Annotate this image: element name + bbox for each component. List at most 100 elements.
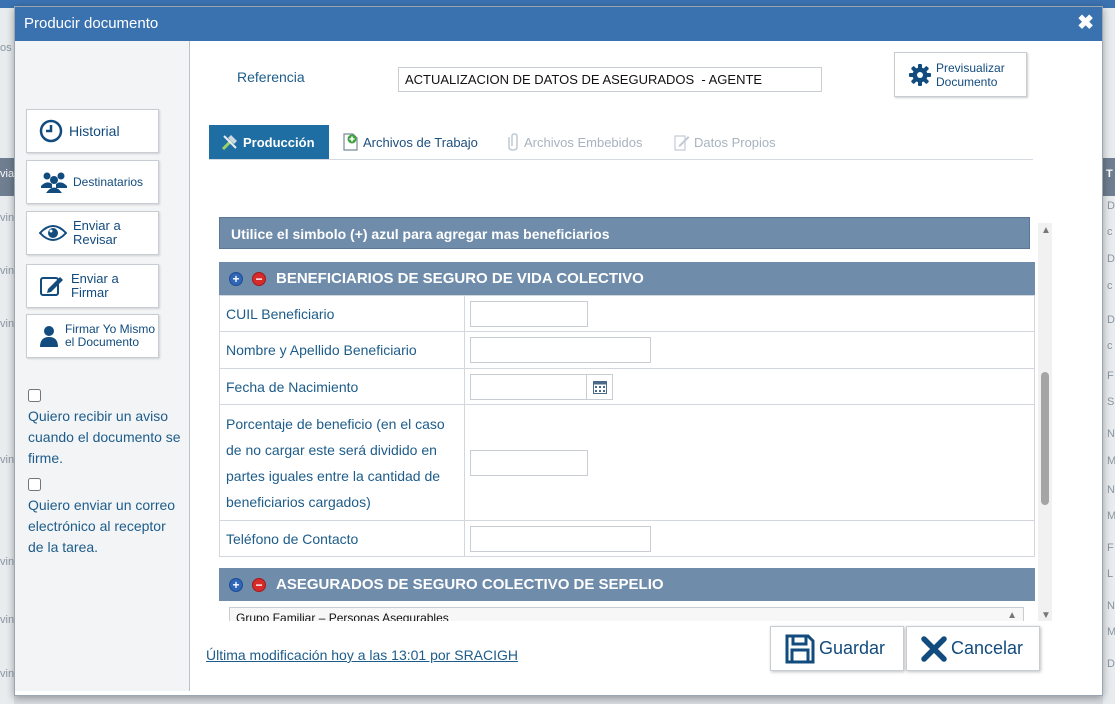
recipients-button[interactable]: Destinatarios <box>26 160 159 204</box>
send-to-sign-label: Enviar a Firmar <box>71 272 119 300</box>
field-value-cell <box>464 404 1035 521</box>
form-row: Porcentaje de beneficio (en el caso de n… <box>219 404 1035 521</box>
last-modified-link[interactable]: Última modificación hoy a las 13:01 por … <box>206 647 518 663</box>
field-label: Nombre y Apellido Beneficiario <box>219 331 465 369</box>
background-text: F <box>1107 542 1114 554</box>
section-header-sepelio: + − ASEGURADOS DE SEGURO COLECTIVO DE SE… <box>219 568 1035 601</box>
label-line: Firmar Yo Mismo <box>65 322 156 336</box>
contact-phone-input[interactable] <box>470 525 651 552</box>
background-text: L <box>1107 568 1114 580</box>
gear-icon <box>909 63 931 86</box>
background-text: c <box>1107 340 1113 352</box>
background-text: vin <box>0 556 15 568</box>
background-text: vin <box>0 668 15 680</box>
select-value: Grupo Familiar – Personas Asegurables <box>236 611 449 621</box>
clock-icon <box>39 119 63 143</box>
label-line: Documento <box>936 74 998 89</box>
save-label: Guardar <box>819 638 886 658</box>
tab-datos-propios[interactable]: Datos Propios <box>674 125 776 159</box>
background-text: vin <box>0 454 15 466</box>
remove-insured-icon[interactable]: − <box>252 577 266 592</box>
cuil-input[interactable] <box>470 300 588 327</box>
tab-label: Datos Propios <box>694 134 776 150</box>
background-text: os <box>0 42 12 54</box>
field-label: Teléfono de Contacto <box>219 520 465 557</box>
scroll-down-icon[interactable]: ▼ <box>1041 610 1051 621</box>
send-to-review-label: Enviar a Revisar <box>73 219 121 247</box>
users-icon <box>41 172 67 193</box>
label-line: Revisar <box>73 232 118 247</box>
close-icon[interactable]: ✖ <box>1077 13 1094 33</box>
form-panel: Utilice el simbolo (+) azul para agregar… <box>219 217 1037 621</box>
background-text: D <box>1107 658 1115 670</box>
remove-beneficiary-icon[interactable]: − <box>252 271 266 286</box>
dialog-title: Producir documento <box>24 15 159 32</box>
sign-myself-button[interactable]: Firmar Yo Mismo el Documento <box>26 314 159 358</box>
history-label: Historial <box>69 123 120 139</box>
background-text: vin <box>0 318 15 330</box>
calendar-icon[interactable] <box>587 373 613 400</box>
background-text: vin <box>0 614 15 626</box>
date-picker <box>470 373 1029 400</box>
label-line: Firmar <box>71 285 109 300</box>
background-right-strip: T D c D c D c F S N M N M F L N M D <box>1103 8 1115 704</box>
scroll-up-icon[interactable]: ▲ <box>1041 225 1051 236</box>
form-scrollbar[interactable]: ▲ ▼ <box>1038 223 1052 621</box>
background-text: N <box>1107 428 1115 440</box>
eye-icon <box>39 225 67 241</box>
chevron-up-icon: ▲ <box>1007 610 1017 621</box>
info-banner: Utilice el simbolo (+) azul para agregar… <box>219 217 1030 249</box>
background-text: N <box>1107 484 1115 496</box>
add-beneficiary-icon[interactable]: + <box>229 271 243 286</box>
produce-document-dialog: Producir documento ✖ Historial Destinata… <box>14 6 1103 696</box>
beneficiary-form-table: CUIL Beneficiario Nombre y Apellido Bene… <box>219 295 1035 557</box>
sign-myself-label: Firmar Yo Mismo el Documento <box>65 323 155 349</box>
tab-archivos-de-trabajo[interactable]: Archivos de Trabajo <box>343 125 478 159</box>
history-button[interactable]: Historial <box>26 109 159 153</box>
sidebar: Historial Destinatarios Enviar a Revisar <box>15 41 190 691</box>
cancel-button[interactable]: Cancelar <box>906 626 1040 671</box>
field-value-cell <box>464 520 1035 557</box>
send-to-review-button[interactable]: Enviar a Revisar <box>26 211 159 255</box>
label-line: Previsualizar <box>936 60 1005 75</box>
tools-icon <box>221 135 237 151</box>
user-icon <box>40 326 58 347</box>
add-insured-icon[interactable]: + <box>229 577 243 592</box>
form-row: Teléfono de Contacto <box>219 520 1035 557</box>
tab-label: Archivos de Trabajo <box>363 134 478 150</box>
background-text: M <box>1107 510 1115 522</box>
field-label: Porcentaje de beneficio (en el caso de n… <box>219 404 465 521</box>
cancel-label: Cancelar <box>951 638 1024 658</box>
background-text: M <box>1107 626 1115 638</box>
attachment-icon <box>508 133 518 151</box>
background-text: c <box>1107 280 1113 292</box>
field-value-cell <box>464 295 1035 332</box>
birth-date-input[interactable] <box>470 373 587 400</box>
send-to-sign-button[interactable]: Enviar a Firmar <box>26 264 159 308</box>
tab-produccion[interactable]: Producción <box>209 125 329 159</box>
notify-on-sign-checkbox[interactable] <box>28 389 41 402</box>
dialog-titlebar: Producir documento ✖ <box>15 7 1102 41</box>
section-header-beneficiarios: + − BENEFICIARIOS DE SEGURO DE VIDA COLE… <box>219 262 1035 295</box>
preview-document-label: Previsualizar Documento <box>936 61 1005 89</box>
field-value-cell <box>464 368 1035 405</box>
save-button[interactable]: Guardar <box>770 626 904 671</box>
background-text: vin <box>0 265 15 277</box>
tab-archivos-embebidos[interactable]: Archivos Embebidos <box>506 125 643 159</box>
full-name-input[interactable] <box>470 337 651 363</box>
add-file-icon <box>343 133 358 151</box>
floppy-disk-icon <box>785 634 815 663</box>
benefit-percentage-input[interactable] <box>470 449 588 476</box>
background-text: N <box>1107 600 1115 612</box>
section-title: ASEGURADOS DE SEGURO COLECTIVO DE SEPELI… <box>276 576 664 593</box>
scrollbar-thumb[interactable] <box>1041 372 1049 505</box>
preview-document-button[interactable]: Previsualizar Documento <box>894 52 1027 97</box>
form-row: Nombre y Apellido Beneficiario <box>219 331 1035 369</box>
family-group-select[interactable]: Grupo Familiar – Personas Asegurables ▲ <box>229 607 1024 621</box>
tab-label: Producción <box>243 134 315 150</box>
field-label: Fecha de Nacimiento <box>219 368 465 405</box>
reference-input[interactable] <box>398 67 822 92</box>
reference-label: Referencia <box>237 69 305 85</box>
recipients-label: Destinatarios <box>73 174 144 189</box>
email-receiver-checkbox[interactable] <box>28 478 41 491</box>
